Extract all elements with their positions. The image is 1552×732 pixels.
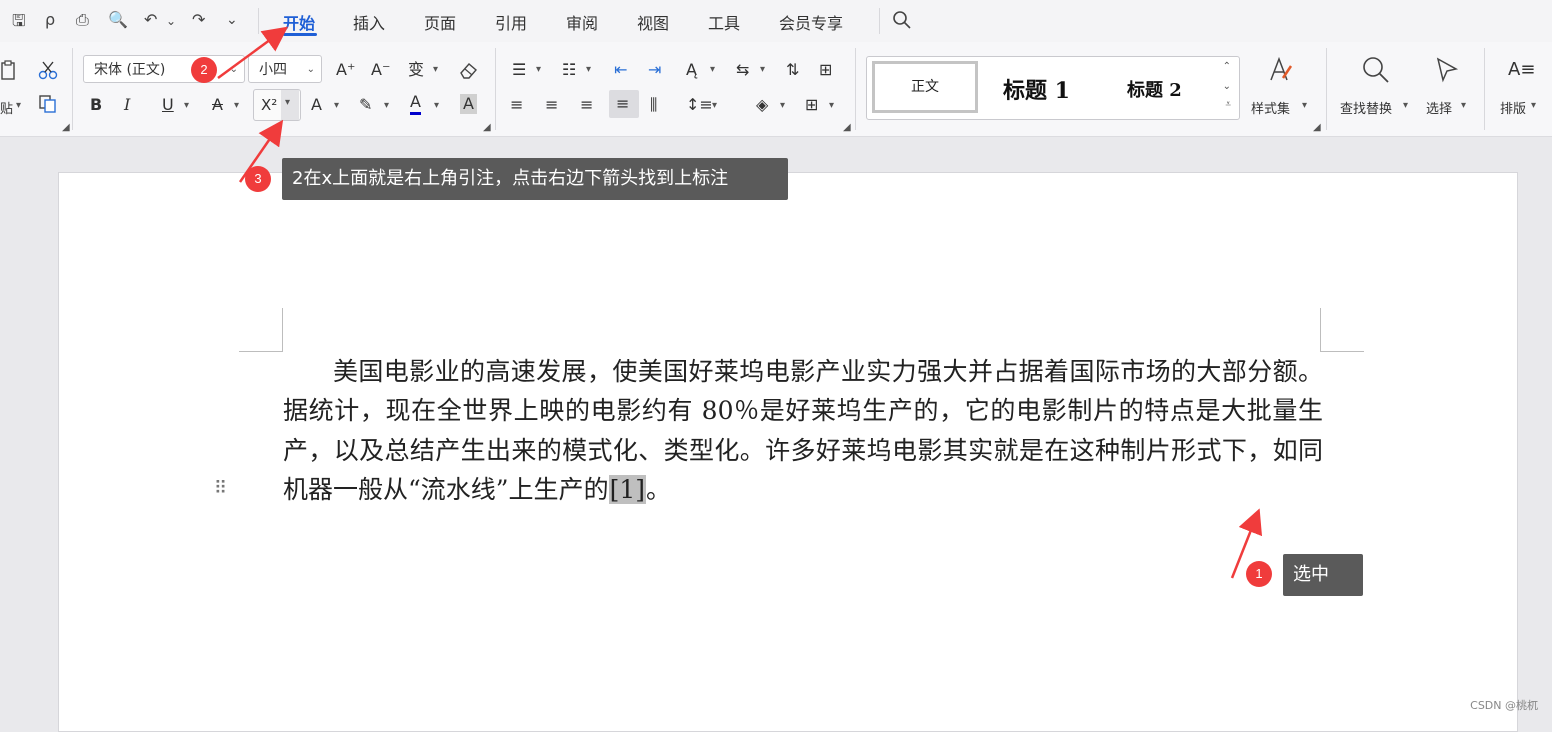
step-badge-3: 3: [245, 166, 271, 192]
callout-select: 选中: [1283, 554, 1363, 596]
arrow-2: [217, 26, 289, 80]
watermark: CSDN @桃杌: [1470, 699, 1538, 712]
callout-superscript-tip: 2在x上面就是右上角引注，点击右边下箭头找到上标注: [282, 158, 788, 200]
step-badge-1: 1: [1246, 561, 1272, 587]
step-badge-2: 2: [191, 57, 217, 83]
annotation-arrows: [217, 26, 1263, 579]
